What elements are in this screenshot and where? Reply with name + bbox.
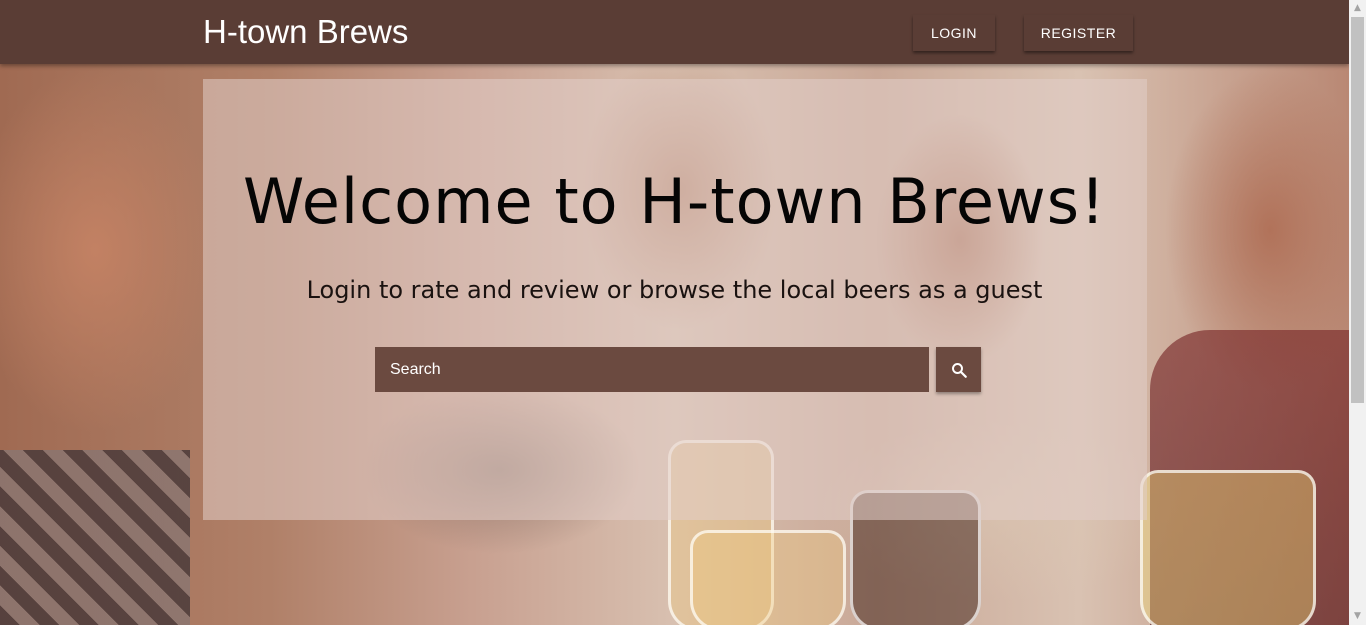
photo-wine-glass xyxy=(1140,470,1316,625)
hero-title: Welcome to H-town Brews! xyxy=(243,165,1106,238)
page: H-town Brews LOGIN REGISTER Welcome to H… xyxy=(0,0,1366,625)
photo-plaid-shirt xyxy=(0,450,190,625)
register-button[interactable]: REGISTER xyxy=(1024,15,1133,51)
hero-subtitle: Login to rate and review or browse the l… xyxy=(306,276,1043,304)
search-input[interactable] xyxy=(375,347,929,392)
scroll-down-arrow-icon[interactable]: ▼ xyxy=(1349,608,1366,625)
navbar: H-town Brews LOGIN REGISTER xyxy=(0,0,1349,64)
brand-logo-link[interactable]: H-town Brews xyxy=(203,12,408,52)
search-button[interactable] xyxy=(936,347,981,392)
search-icon xyxy=(951,362,967,378)
scrollbar-thumb[interactable] xyxy=(1351,17,1364,403)
vertical-scrollbar[interactable]: ▲ ▼ xyxy=(1349,0,1366,625)
photo-front-glass xyxy=(690,530,846,625)
scroll-up-arrow-icon[interactable]: ▲ xyxy=(1349,0,1366,17)
login-button[interactable]: LOGIN xyxy=(913,15,995,51)
